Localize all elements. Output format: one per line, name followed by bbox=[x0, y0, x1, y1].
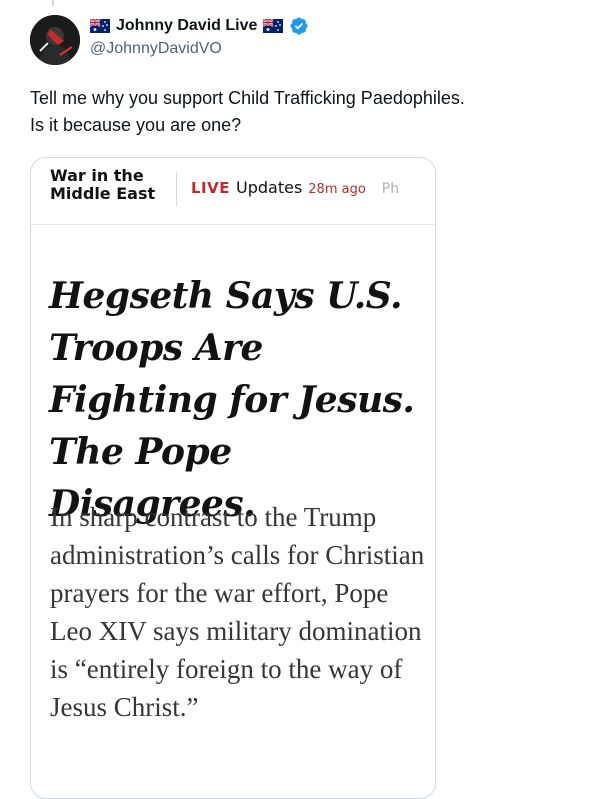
time-ago: 28m ago bbox=[308, 182, 366, 197]
live-label: LIVE bbox=[191, 179, 230, 197]
article-headline: Hegseth Says U.S. Troops Are Fighting fo… bbox=[49, 275, 415, 525]
tweet-header: Johnny David Live @JohnnyDavidVO bbox=[89, 15, 584, 58]
thread-connector-line bbox=[52, 0, 54, 6]
live-updates-row: LIVE Updates 28m ago Ph bbox=[191, 178, 399, 197]
australia-flag-icon bbox=[89, 18, 110, 33]
verified-badge-icon[interactable] bbox=[289, 16, 309, 36]
header-fade bbox=[395, 158, 435, 224]
display-name[interactable]: Johnny David Live bbox=[116, 17, 257, 35]
name-row: Johnny David Live bbox=[89, 15, 584, 37]
australia-flag-icon bbox=[262, 18, 284, 33]
tweet-text: Tell me why you support Child Traffickin… bbox=[30, 85, 584, 139]
attached-image[interactable]: War in the Middle East LIVE Updates 28m … bbox=[30, 157, 436, 799]
header-divider bbox=[176, 172, 177, 206]
tweet-text-line: Is it because you are one? bbox=[30, 115, 242, 135]
avatar[interactable] bbox=[30, 15, 80, 65]
avatar-image bbox=[30, 15, 80, 65]
news-header-bar: War in the Middle East LIVE Updates 28m … bbox=[31, 158, 435, 225]
tweet-text-line: Tell me why you support Child Traffickin… bbox=[30, 88, 465, 108]
news-section-title: War in the Middle East bbox=[50, 166, 156, 203]
user-handle[interactable]: @JohnnyDavidVO bbox=[90, 40, 584, 58]
article-summary: In sharp contrast to the Trump administr… bbox=[50, 502, 425, 722]
updates-label: Updates bbox=[236, 178, 303, 197]
